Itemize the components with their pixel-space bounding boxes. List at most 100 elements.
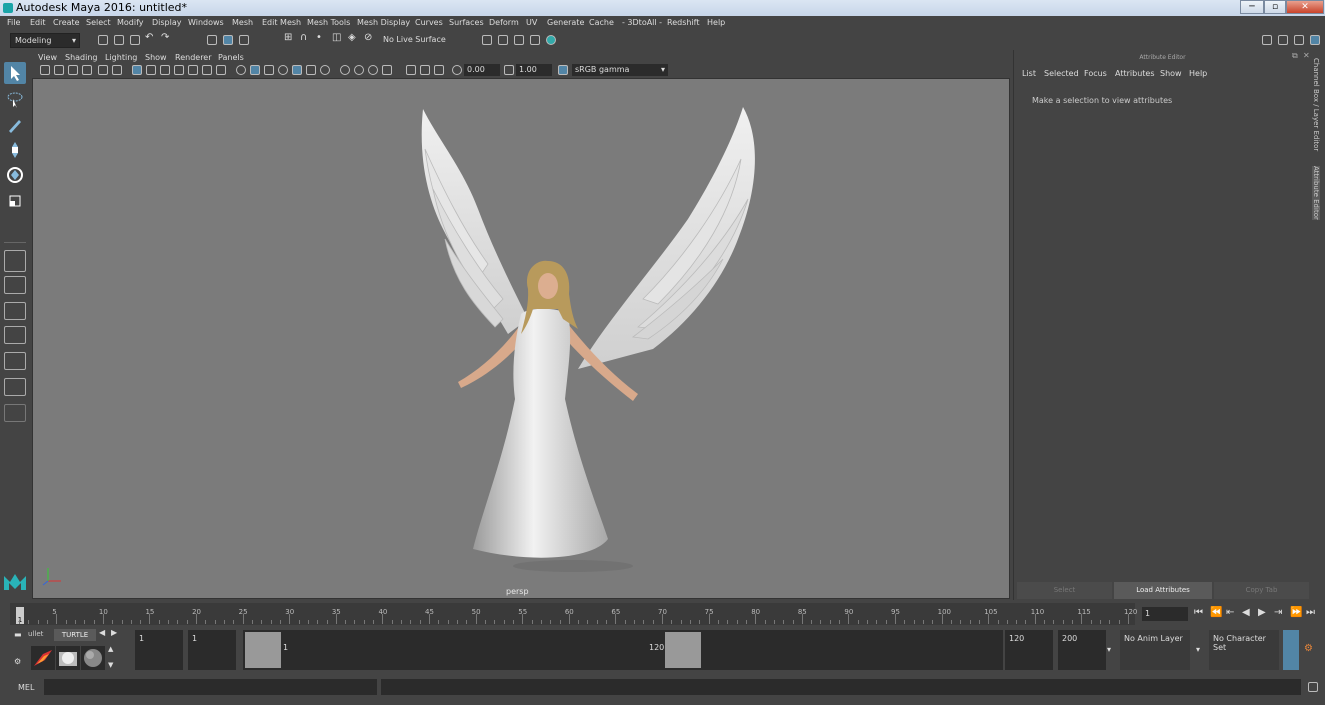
redo-icon[interactable]: ↷ xyxy=(161,32,169,43)
menu-3dtoall[interactable]: - 3DtoAll - xyxy=(622,18,662,27)
rotate-tool-icon[interactable] xyxy=(4,164,26,186)
persp-uv-layout-icon[interactable] xyxy=(4,378,26,396)
menu-generate[interactable]: Generate xyxy=(547,18,584,27)
command-language-label[interactable]: MEL xyxy=(18,683,34,692)
menu-create[interactable]: Create xyxy=(53,18,80,27)
snap-view-icon[interactable]: ◫ xyxy=(332,32,341,43)
menu-edit-mesh[interactable]: Edit Mesh xyxy=(262,18,301,27)
menu-surfaces[interactable]: Surfaces xyxy=(449,18,484,27)
snap-surface-icon[interactable]: ◈ xyxy=(348,32,356,43)
menu-mesh[interactable]: Mesh xyxy=(232,18,253,27)
gamma-field[interactable]: 1.00 xyxy=(516,64,552,76)
shelf-collapse-icon[interactable]: ▬ xyxy=(14,630,22,639)
shelf-down-icon[interactable]: ▼ xyxy=(108,661,113,669)
snap-curve-icon[interactable]: ∩ xyxy=(300,32,307,43)
toggle-panel-icon[interactable] xyxy=(1278,35,1288,45)
shelf-shaderball-icon[interactable] xyxy=(56,646,80,670)
close-button[interactable]: ✕ xyxy=(1286,0,1324,14)
auto-key-button[interactable] xyxy=(1283,630,1299,670)
attr-menu-focus[interactable]: Focus xyxy=(1084,69,1107,78)
panel-menu-renderer[interactable]: Renderer xyxy=(175,53,212,62)
2d-pan-zoom-icon[interactable] xyxy=(82,65,92,75)
menu-set-dropdown[interactable]: Modeling ▾ xyxy=(10,33,80,48)
xray-active-icon[interactable] xyxy=(420,65,430,75)
attr-menu-selected[interactable]: Selected xyxy=(1044,69,1079,78)
step-back-key-icon[interactable]: ⇤ xyxy=(1226,607,1234,618)
xray-joints-icon[interactable] xyxy=(434,65,444,75)
lasso-tool-icon[interactable] xyxy=(4,88,26,110)
shelf-tab-turtle[interactable]: TURTLE xyxy=(54,629,96,641)
ambient-occlusion-icon[interactable] xyxy=(320,65,330,75)
grid-toggle-icon[interactable] xyxy=(112,65,122,75)
shelf-fire-icon[interactable] xyxy=(31,646,55,670)
current-frame-field[interactable]: 1 xyxy=(1142,607,1188,621)
menu-modify[interactable]: Modify xyxy=(117,18,144,27)
depth-of-field-icon[interactable] xyxy=(368,65,378,75)
playback-start-field[interactable]: 1 xyxy=(188,630,236,670)
tool-settings-icon[interactable] xyxy=(1294,35,1304,45)
range-start-handle[interactable] xyxy=(245,632,281,668)
perspective-viewport[interactable] xyxy=(32,78,1010,599)
shelf-sphere-icon[interactable] xyxy=(81,646,105,670)
shelf-scroll-right-icon[interactable]: ▶ xyxy=(111,628,117,637)
snap-grid-icon[interactable]: ⊞ xyxy=(284,32,292,43)
wireframe-shading-icon[interactable] xyxy=(236,65,246,75)
play-backwards-icon[interactable]: ◀ xyxy=(1242,607,1250,618)
single-perspective-view-icon[interactable] xyxy=(4,250,26,272)
step-forward-key-icon[interactable]: ⇥ xyxy=(1274,607,1282,618)
scale-tool-icon[interactable] xyxy=(4,190,26,212)
open-scene-icon[interactable] xyxy=(114,35,124,45)
select-component-icon[interactable] xyxy=(239,35,249,45)
select-hierarchy-icon[interactable] xyxy=(207,35,217,45)
select-button[interactable]: Select xyxy=(1017,582,1112,599)
textured-icon[interactable] xyxy=(278,65,288,75)
range-end-handle[interactable] xyxy=(665,632,701,668)
move-tool-icon[interactable] xyxy=(4,139,26,161)
render-settings-icon[interactable] xyxy=(498,35,508,45)
film-gate-icon[interactable] xyxy=(146,65,156,75)
step-forward-frame-icon[interactable]: ⏩ xyxy=(1290,607,1302,618)
character-set-dropdown[interactable]: No Character Set xyxy=(1209,630,1279,670)
select-tool-icon[interactable] xyxy=(4,62,26,84)
copy-tab-button[interactable]: Copy Tab xyxy=(1214,582,1309,599)
isolate-select-icon[interactable] xyxy=(382,65,392,75)
render-frame-icon[interactable] xyxy=(482,35,492,45)
maximize-button[interactable]: ▫ xyxy=(1264,0,1286,14)
channel-box-tab[interactable]: Channel Box / Layer Editor xyxy=(1312,58,1320,151)
menu-uv[interactable]: UV xyxy=(526,18,537,27)
safe-action-icon[interactable] xyxy=(202,65,212,75)
xray-icon[interactable] xyxy=(406,65,416,75)
gate-mask-icon[interactable] xyxy=(174,65,184,75)
current-time-marker[interactable]: 1 xyxy=(16,607,24,624)
attr-menu-attributes[interactable]: Attributes xyxy=(1115,69,1155,78)
use-all-lights-icon[interactable] xyxy=(292,65,302,75)
chevron-down-icon[interactable]: ▾ xyxy=(1107,645,1111,654)
command-input[interactable] xyxy=(44,679,377,695)
camera-attributes-icon[interactable] xyxy=(40,65,50,75)
image-plane-icon[interactable] xyxy=(68,65,78,75)
panel-menu-show[interactable]: Show xyxy=(145,53,167,62)
menu-deform[interactable]: Deform xyxy=(489,18,519,27)
snap-point-icon[interactable]: • xyxy=(316,32,322,43)
range-slider[interactable]: 1 120 xyxy=(243,630,1003,670)
attribute-editor-toggle-icon[interactable] xyxy=(1310,35,1320,45)
minimize-button[interactable]: ─ xyxy=(1240,0,1264,14)
color-management-icon[interactable] xyxy=(558,65,568,75)
panel-menu-view[interactable]: View xyxy=(38,53,57,62)
menu-curves[interactable]: Curves xyxy=(415,18,443,27)
custom-layout-icon[interactable] xyxy=(4,404,26,422)
paint-select-tool-icon[interactable] xyxy=(4,114,26,136)
menu-help[interactable]: Help xyxy=(707,18,725,27)
resolution-gate-icon[interactable] xyxy=(160,65,170,75)
bookmark-icon[interactable] xyxy=(54,65,64,75)
four-view-layout-icon[interactable] xyxy=(4,276,26,294)
exposure-icon[interactable] xyxy=(452,65,462,75)
undo-icon[interactable]: ↶ xyxy=(145,32,153,43)
animation-start-field[interactable]: 1 xyxy=(135,630,183,670)
play-forwards-icon[interactable]: ▶ xyxy=(1258,607,1266,618)
attr-menu-help[interactable]: Help xyxy=(1189,69,1207,78)
motion-blur-icon[interactable] xyxy=(340,65,350,75)
anti-aliasing-icon[interactable] xyxy=(354,65,364,75)
go-to-start-icon[interactable]: ⏮ xyxy=(1194,607,1203,618)
panel-menu-shading[interactable]: Shading xyxy=(65,53,98,62)
